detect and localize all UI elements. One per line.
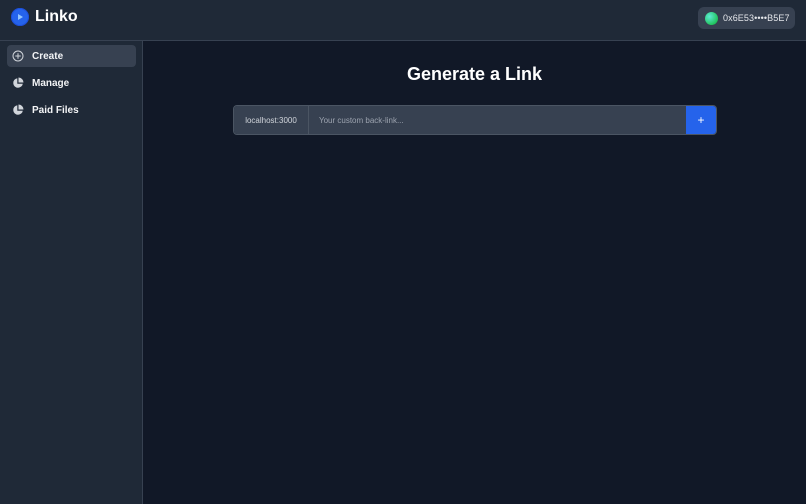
brand[interactable]: Linko (11, 8, 78, 26)
play-logo-icon (11, 8, 29, 26)
pie-chart-icon (12, 77, 24, 89)
pie-chart-icon (12, 104, 24, 116)
page-title: Generate a Link (406, 64, 543, 84)
custom-link-input[interactable] (309, 106, 686, 134)
link-form: localhost:3000 + (233, 105, 717, 135)
sidebar-item-label: Create (32, 50, 64, 62)
sidebar-item-manage[interactable]: Manage (7, 72, 136, 94)
add-link-button[interactable]: + (686, 106, 716, 134)
sidebar: Create Manage Paid Files (0, 41, 143, 504)
top-header: Linko 0x6E53••••B5E7 (0, 0, 806, 41)
brand-name: Linko (35, 8, 78, 25)
wallet-avatar (705, 11, 718, 25)
sidebar-item-paid-files[interactable]: Paid Files (7, 99, 136, 121)
sidebar-item-create[interactable]: Create (7, 45, 136, 67)
wallet-address: 0x6E53••••B5E7 (723, 13, 790, 23)
url-prefix: localhost:3000 (234, 106, 309, 134)
sidebar-item-label: Paid Files (32, 104, 79, 116)
wallet-button[interactable]: 0x6E53••••B5E7 (698, 7, 795, 29)
plus-circle-icon (12, 50, 24, 62)
sidebar-item-label: Manage (32, 77, 70, 89)
